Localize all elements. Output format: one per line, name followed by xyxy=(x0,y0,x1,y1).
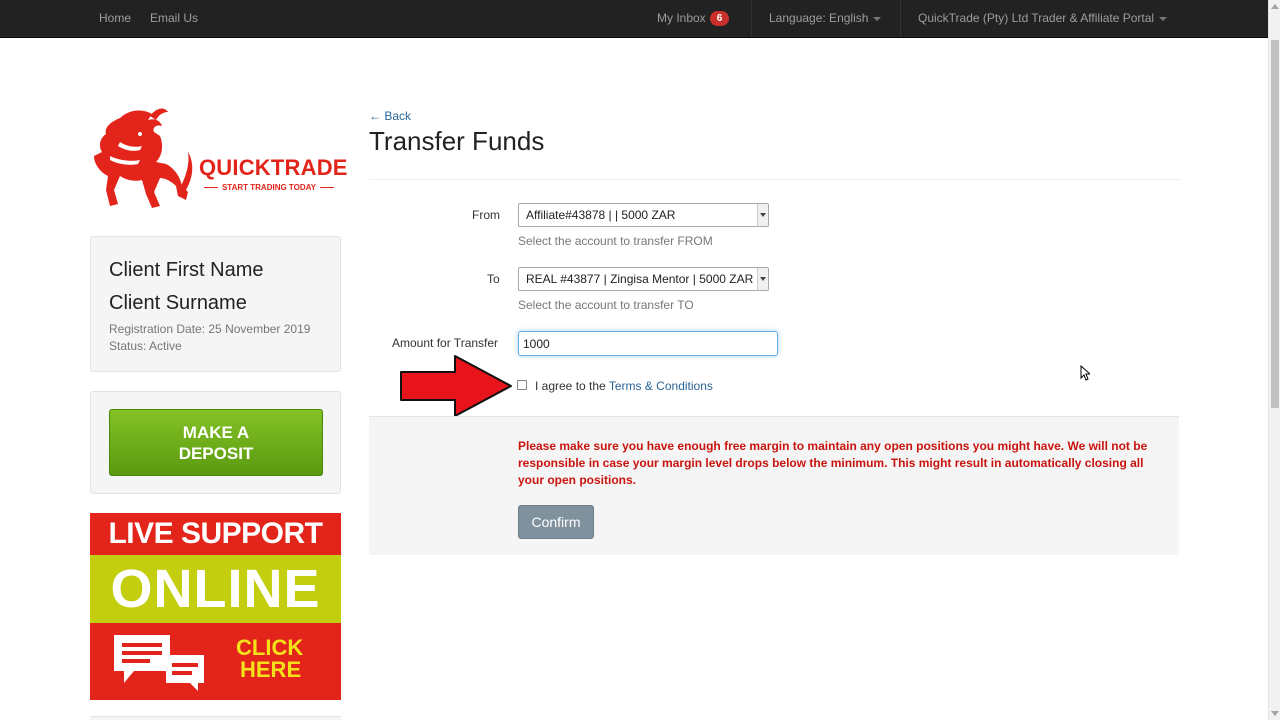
nav-language-label: Language: English xyxy=(769,11,869,25)
nav-portal-dropdown[interactable]: QuickTrade (Pty) Ltd Trader & Affiliate … xyxy=(918,0,1168,37)
chevron-down-icon xyxy=(873,16,882,21)
chevron-down-icon xyxy=(1159,16,1168,21)
terms-checkbox[interactable] xyxy=(517,380,527,390)
from-help-text: Select the account to transfer FROM xyxy=(518,234,713,248)
sidebar-next-panel xyxy=(90,716,341,720)
mouse-cursor-icon xyxy=(1080,365,1090,381)
from-label: From xyxy=(472,208,500,222)
chevron-down-icon xyxy=(757,204,768,226)
nav-home-link[interactable]: Home xyxy=(99,0,131,37)
click-here-section: CLICK HERE xyxy=(90,623,341,700)
logo-tagline: START TRADING TODAY xyxy=(199,183,339,192)
click-text: CLICK xyxy=(236,635,304,660)
chevron-down-icon xyxy=(757,268,768,290)
nav-inbox-link[interactable]: My Inbox 6 xyxy=(657,0,730,37)
logo-wordmark: QUICKTRADE xyxy=(199,155,348,180)
here-text: HERE xyxy=(240,657,302,682)
scroll-up-arrow-icon[interactable] xyxy=(1271,4,1279,9)
live-support-banner[interactable]: LIVE SUPPORT ONLINE CLICK HERE xyxy=(90,513,341,700)
page-title: Transfer Funds xyxy=(369,126,545,156)
to-account-value: REAL #43877 | Zingisa Mentor | 5000 ZAR xyxy=(526,272,754,286)
from-account-select[interactable]: Affiliate#43878 | | 5000 ZAR xyxy=(518,203,769,227)
online-heading: ONLINE xyxy=(90,555,341,623)
nav-separator xyxy=(751,0,752,37)
live-support-heading: LIVE SUPPORT xyxy=(90,513,341,555)
page-scrollbar[interactable] xyxy=(1268,0,1280,720)
margin-warning-text: Please make sure you have enough free ma… xyxy=(518,439,1148,487)
scroll-thumb[interactable] xyxy=(1271,40,1279,408)
top-navbar: Home Email Us My Inbox 6 Language: Englis… xyxy=(0,0,1268,38)
registration-date: Registration Date: 25 November 2019 xyxy=(109,322,311,336)
make-deposit-button[interactable]: MAKE A DEPOSIT xyxy=(109,409,323,476)
title-divider xyxy=(369,179,1180,180)
amount-label: Amount for Transfer xyxy=(392,336,499,350)
chat-bubbles-icon xyxy=(114,635,204,691)
confirm-button[interactable]: Confirm xyxy=(518,505,594,539)
deposit-label-line2: DEPOSIT xyxy=(178,444,254,463)
agree-text: I agree to the xyxy=(535,379,606,393)
nav-language-dropdown[interactable]: Language: English xyxy=(769,0,882,37)
click-here-text: CLICK HERE xyxy=(236,637,303,681)
client-surname: Client Surname xyxy=(109,292,247,314)
deposit-panel: MAKE A DEPOSIT xyxy=(90,391,341,494)
nav-email-us-link[interactable]: Email Us xyxy=(150,0,198,37)
agree-terms-label: I agree to the Terms & Conditions xyxy=(535,379,713,393)
to-account-select[interactable]: REAL #43877 | Zingisa Mentor | 5000 ZAR xyxy=(518,267,769,291)
nav-separator xyxy=(900,0,901,37)
red-arrow-icon xyxy=(400,355,512,417)
nav-inbox-label: My Inbox xyxy=(657,11,706,25)
client-first-name: Client First Name xyxy=(109,259,264,281)
from-account-value: Affiliate#43878 | | 5000 ZAR xyxy=(526,208,676,222)
terms-conditions-link[interactable]: Terms & Conditions xyxy=(609,379,713,393)
inbox-count-badge: 6 xyxy=(709,11,730,27)
deposit-label-line1: MAKE A xyxy=(182,423,250,442)
form-actions-panel: Please make sure you have enough free ma… xyxy=(369,416,1179,555)
back-link[interactable]: ← Back xyxy=(369,109,411,123)
to-help-text: Select the account to transfer TO xyxy=(518,298,694,312)
client-info-panel: Client First Name Client Surname Registr… xyxy=(90,236,341,372)
account-status: Status: Active xyxy=(109,339,182,353)
scroll-down-arrow-icon[interactable] xyxy=(1271,711,1279,716)
to-label: To xyxy=(487,272,500,286)
nav-portal-label: QuickTrade (Pty) Ltd Trader & Affiliate … xyxy=(918,11,1155,25)
amount-input[interactable] xyxy=(518,331,778,356)
